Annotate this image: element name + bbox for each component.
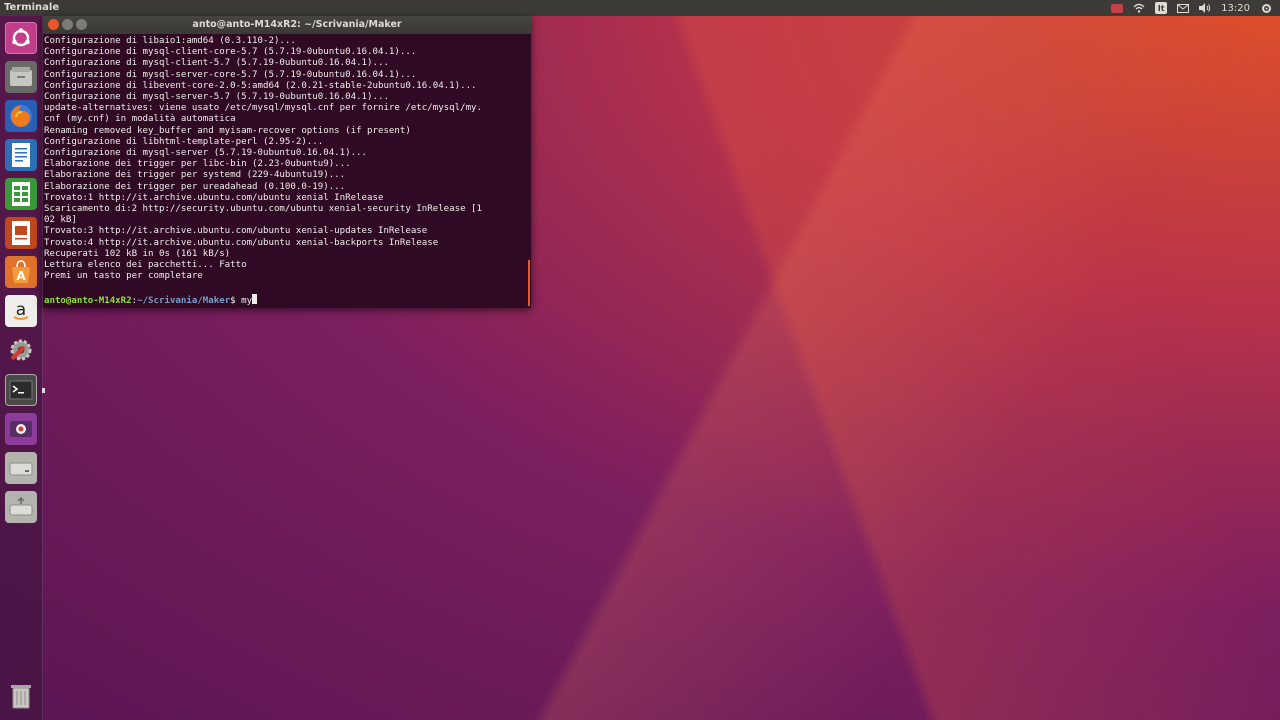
terminal-line: 02 kB] xyxy=(44,215,77,226)
prompt-path: ~/Scrivania/Maker xyxy=(137,295,231,306)
trash-icon[interactable] xyxy=(5,680,37,712)
command-input[interactable]: my xyxy=(241,296,252,306)
launcher: A a xyxy=(0,16,45,720)
svg-text:A: A xyxy=(16,269,26,283)
terminal-line: Elaborazione dei trigger per libc-bin (2… xyxy=(44,159,351,170)
firefox-icon[interactable] xyxy=(5,100,37,132)
terminal-line: Configurazione di mysql-server-5.7 (5.7.… xyxy=(44,92,389,103)
terminal-line: Configurazione di mysql-client-core-5.7 … xyxy=(44,47,417,58)
terminal-titlebar[interactable]: anto@anto-M14xR2: ~/Scrivania/Maker xyxy=(43,16,531,34)
terminal-scrollbar[interactable] xyxy=(528,260,530,306)
terminal-window[interactable]: anto@anto-M14xR2: ~/Scrivania/Maker Conf… xyxy=(43,16,531,308)
svg-text:a: a xyxy=(16,300,26,320)
wifi-icon[interactable] xyxy=(1133,2,1145,14)
terminal-line: cnf (my.cnf) in modalità automatica xyxy=(44,114,236,125)
active-window-indicator xyxy=(42,388,45,393)
files-icon[interactable] xyxy=(5,61,37,93)
top-panel: Terminale It 13:20 xyxy=(0,0,1280,16)
record-indicator-icon[interactable] xyxy=(1111,3,1124,13)
terminal-line: Trovato:4 http://it.archive.ubuntu.com/u… xyxy=(44,237,439,248)
power-gear-icon[interactable] xyxy=(1260,2,1272,14)
terminal-line: Configurazione di mysql-server-core-5.7 … xyxy=(44,69,417,80)
terminal-line: Configurazione di mysql-server (5.7.19-0… xyxy=(44,148,368,159)
terminal-line: Renaming removed key_buffer and myisam-r… xyxy=(44,125,411,136)
terminal-line: Configurazione di libaio1:amd64 (0.3.110… xyxy=(44,36,296,46)
amazon-icon[interactable]: a xyxy=(5,295,37,327)
prompt-line[interactable]: anto@anto-M14xR2:~/Scrivania/Maker$ my xyxy=(44,293,528,307)
terminal-line: Lettura elenco dei pacchetti... Fatto xyxy=(44,260,247,271)
impress-icon[interactable] xyxy=(5,217,37,249)
writer-icon[interactable] xyxy=(5,139,37,171)
usb-drive-icon[interactable] xyxy=(5,491,37,523)
dash-icon[interactable] xyxy=(5,22,37,54)
terminal-output[interactable]: Configurazione di libaio1:amd64 (0.3.110… xyxy=(44,36,528,308)
prompt-user: anto@anto-M14xR2 xyxy=(44,295,132,306)
terminal-line: Trovato:1 http://it.archive.ubuntu.com/u… xyxy=(44,192,384,203)
terminal-line: update-alternatives: viene usato /etc/my… xyxy=(44,103,482,114)
text-cursor xyxy=(252,293,258,304)
screen-recorder-icon[interactable] xyxy=(5,413,37,445)
drive-icon[interactable] xyxy=(5,452,37,484)
terminal-title: anto@anto-M14xR2: ~/Scrivania/Maker xyxy=(192,19,402,30)
indicator-area: It 13:20 xyxy=(1111,0,1272,16)
volume-icon[interactable] xyxy=(1199,2,1211,14)
prompt-symbol: $ xyxy=(230,295,242,306)
terminal-line: Elaborazione dei trigger per ureadahead … xyxy=(44,181,346,192)
terminal-icon[interactable] xyxy=(5,374,37,406)
terminal-line: Scaricamento di:2 http://security.ubuntu… xyxy=(44,204,482,215)
active-app-title: Terminale xyxy=(4,2,60,13)
calc-icon[interactable] xyxy=(5,178,37,210)
terminal-line: Trovato:3 http://it.archive.ubuntu.com/u… xyxy=(44,226,428,237)
terminal-line: Premi un tasto per completare xyxy=(44,271,203,282)
system-settings-icon[interactable] xyxy=(5,334,37,366)
terminal-line: Elaborazione dei trigger per systemd (22… xyxy=(44,170,346,181)
clock[interactable]: 13:20 xyxy=(1221,3,1250,14)
terminal-line: Configurazione di libhtml-template-perl … xyxy=(44,136,324,147)
terminal-line: Configurazione di libevent-core-2.0-5:am… xyxy=(44,80,477,91)
keyboard-layout-indicator[interactable]: It xyxy=(1155,2,1168,14)
terminal-line: Recuperati 102 kB in 0s (161 kB/s) xyxy=(44,248,231,259)
mail-icon[interactable] xyxy=(1177,2,1190,14)
software-center-icon[interactable]: A xyxy=(5,256,37,288)
terminal-line: Configurazione di mysql-client-5.7 (5.7.… xyxy=(44,58,389,69)
